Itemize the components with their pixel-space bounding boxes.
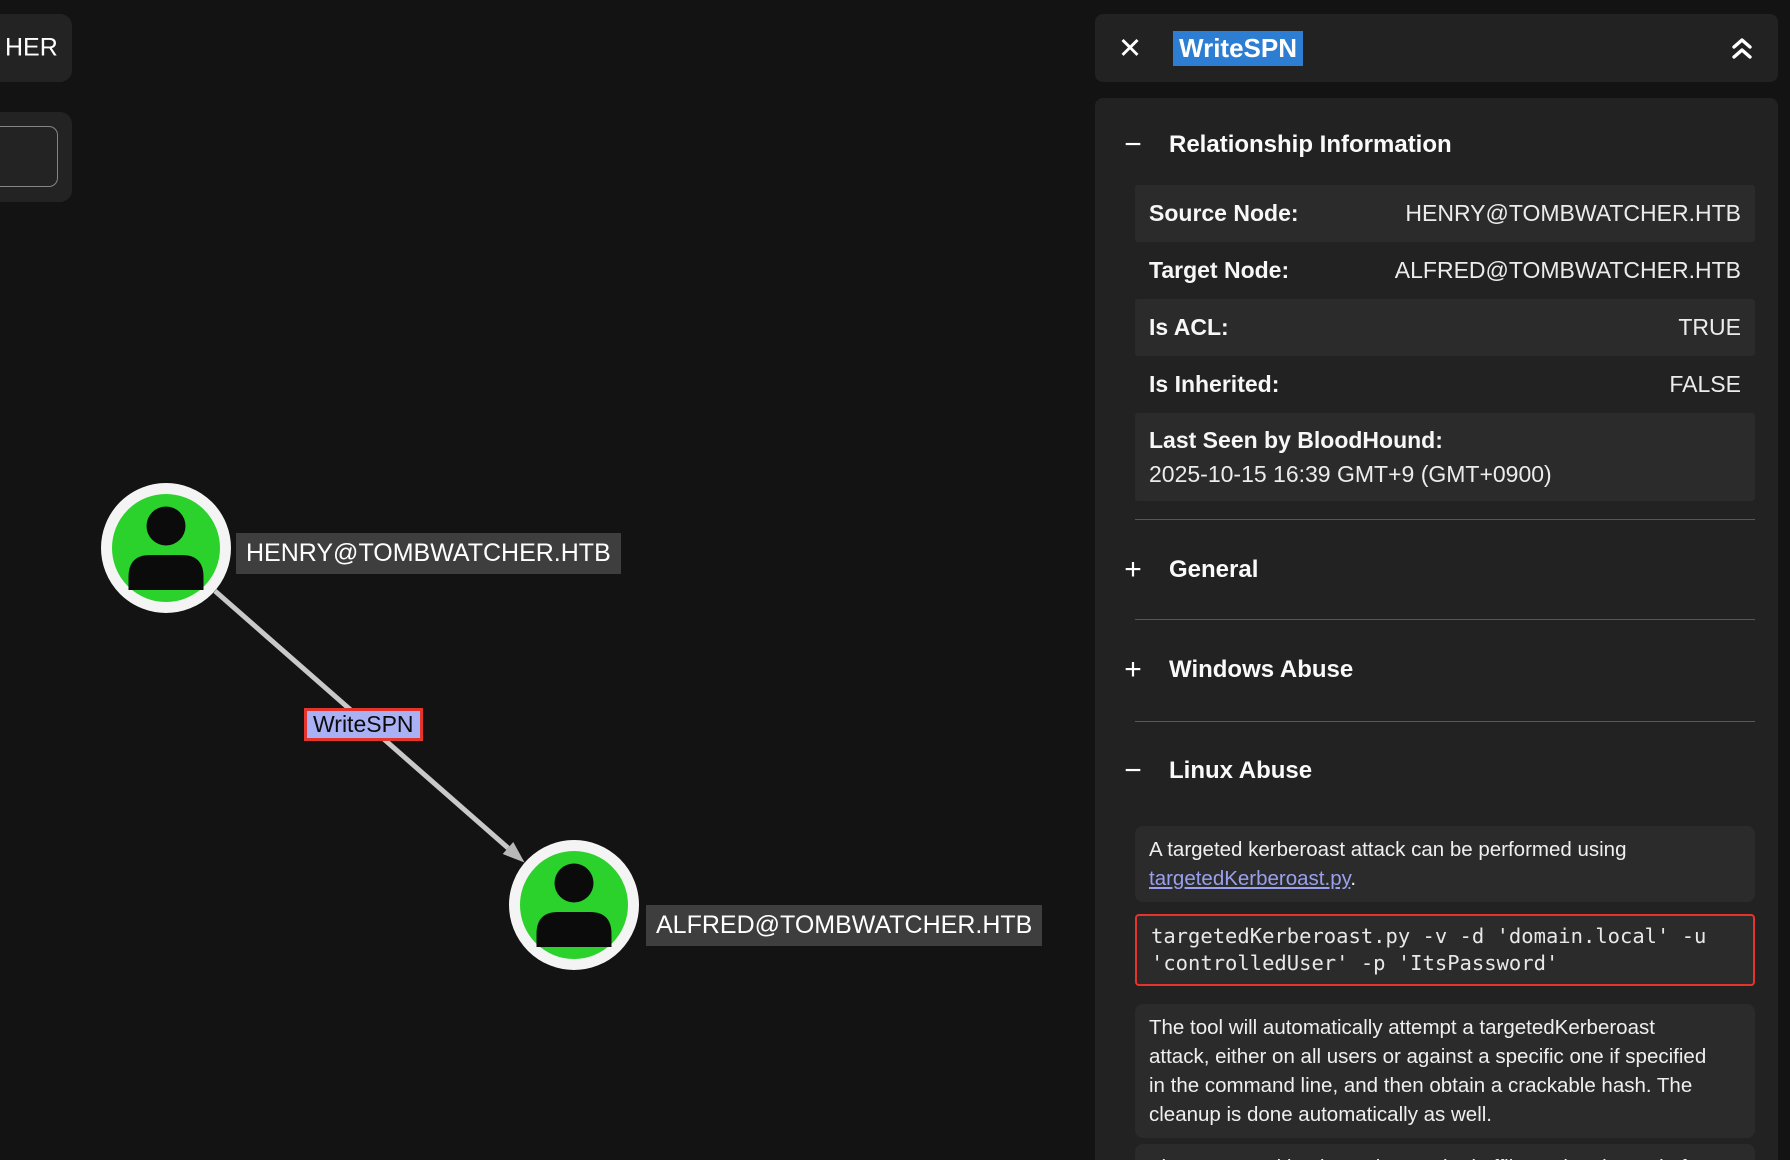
relationship-table: Source Node: HENRY@TOMBWATCHER.HTB Targe… — [1135, 185, 1755, 501]
expand-icon[interactable]: + — [1121, 658, 1145, 682]
section-general[interactable]: + General — [1121, 553, 1755, 587]
edge-label-writespn[interactable]: WriteSPN — [304, 708, 423, 741]
user-icon — [147, 507, 186, 546]
user-icon — [129, 555, 204, 590]
clipped-label-text: HER — [5, 34, 58, 63]
divider — [1135, 619, 1755, 620]
node-alfred[interactable] — [515, 846, 634, 965]
section-linux-abuse[interactable]: − Linux Abuse — [1121, 754, 1755, 788]
targeted-kerberoast-link[interactable]: targetedKerberoast.py — [1149, 867, 1350, 890]
section-heading: General — [1169, 556, 1258, 584]
section-heading: Relationship Information — [1169, 131, 1452, 159]
clipped-label-chip[interactable]: HER — [0, 14, 72, 82]
close-icon[interactable]: ✕ — [1115, 33, 1145, 63]
panel-title: WriteSPN — [1173, 31, 1303, 66]
table-row: Is Inherited: FALSE — [1135, 356, 1755, 413]
section-relationship-information[interactable]: − Relationship Information — [1121, 128, 1755, 162]
search-card — [0, 112, 72, 202]
divider — [1135, 721, 1755, 722]
user-icon — [555, 864, 594, 903]
edge-details-panel: − Relationship Information Source Node: … — [1095, 98, 1778, 1160]
command-code-block: targetedKerberoast.py -v -d 'domain.loca… — [1135, 914, 1755, 986]
linux-abuse-intro: A targeted kerberoast attack can be perf… — [1135, 826, 1755, 902]
user-icon — [537, 912, 612, 947]
edge-details-header: ✕ WriteSPN — [1095, 14, 1778, 82]
table-row: Is ACL: TRUE — [1135, 299, 1755, 356]
collapse-icon[interactable]: − — [1121, 759, 1145, 783]
node-henry[interactable] — [107, 489, 226, 608]
divider — [1135, 519, 1755, 520]
expand-icon[interactable]: + — [1121, 558, 1145, 582]
table-row: Source Node: HENRY@TOMBWATCHER.HTB — [1135, 185, 1755, 242]
collapse-all-icon[interactable] — [1726, 32, 1758, 64]
table-row: Last Seen by BloodHound: 2025-10-15 16:3… — [1135, 413, 1755, 501]
section-heading: Linux Abuse — [1169, 757, 1312, 785]
linux-abuse-description: The tool will automatically attempt a ta… — [1135, 1004, 1755, 1138]
search-input[interactable] — [0, 126, 58, 187]
node-label-henry[interactable]: HENRY@TOMBWATCHER.HTB — [236, 533, 621, 574]
section-windows-abuse[interactable]: + Windows Abuse — [1121, 653, 1755, 687]
collapse-icon[interactable]: − — [1121, 133, 1145, 157]
node-label-alfred[interactable]: ALFRED@TOMBWATCHER.HTB — [646, 905, 1042, 946]
table-row: Target Node: ALFRED@TOMBWATCHER.HTB — [1135, 242, 1755, 299]
linux-abuse-footer: The recovered hash can be cracked offlin… — [1135, 1144, 1755, 1160]
section-heading: Windows Abuse — [1169, 656, 1353, 684]
